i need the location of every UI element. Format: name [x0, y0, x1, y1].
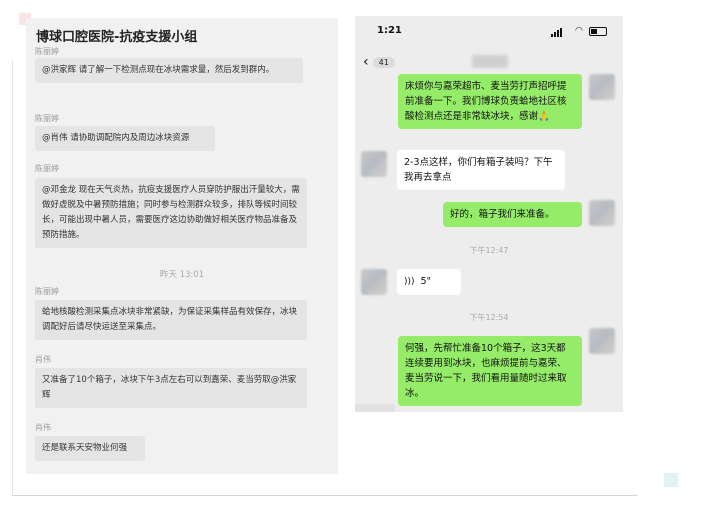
avatar	[589, 74, 615, 100]
divider	[12, 495, 638, 496]
timestamp: 下午12:47	[469, 246, 509, 255]
voice-icon: )))	[404, 277, 415, 287]
message-bubble: 还是联系天安物业何强	[35, 436, 145, 461]
message-bubble-sent: 好的，箱子我们来准备。	[443, 202, 582, 227]
timestamp: 昨天 13:01	[159, 270, 205, 280]
message-bubble: 蛤地核酸检测采集点冰块非常紧缺，为保证采集样品有效保存，冰块调配好后请尽快运送至…	[35, 300, 307, 340]
message-bubble: @肖伟 请协助调配院内及周边冰块资源	[35, 126, 215, 151]
message-bubble: @邓金龙 现在天气炎热，抗疫支援医疗人员穿防护服出汗量较大，需做好虚脱及中暑预防…	[35, 178, 307, 248]
chevron-left-icon: ‹	[363, 54, 369, 70]
back-button[interactable]: ‹ 41	[363, 54, 395, 70]
status-time: 1:21	[377, 25, 402, 36]
avatar	[589, 200, 615, 226]
sender-name: 肖伟	[35, 355, 51, 364]
avatar	[361, 151, 387, 177]
voice-duration: 5"	[420, 276, 431, 287]
message-bubble: 又准备了10个箱子，冰块下午3点左右可以到嘉荣、麦当劳取@洪家辉	[35, 368, 307, 408]
sender-name: 陈丽婷	[35, 114, 59, 123]
avatar	[589, 328, 615, 354]
message-bubble-sent: 床烦你与嘉荣超市、麦当劳打声招呼提前准备一下。我们博球负责蛤地社区核酸检测点还是…	[398, 74, 582, 129]
sender-name: 陈丽婷	[35, 287, 59, 296]
cut-off-avatar	[355, 404, 395, 412]
sender-name: 陈丽婷	[35, 164, 59, 173]
sender-name: 肖伟	[35, 423, 51, 432]
voice-message[interactable]: ))) 5"	[397, 269, 461, 295]
message-bubble-received: 2-3点这样，你们有箱子装吗？下午我再去拿点	[397, 150, 565, 190]
avatar	[361, 269, 387, 295]
phone-chat-screenshot: 1:21 ◠ ‹ 41 床烦你与嘉荣超市、麦当劳打声招呼提前准备一下。我们博球负…	[355, 16, 623, 412]
chat-title-blurred	[472, 55, 508, 68]
unread-count-badge: 41	[372, 56, 395, 68]
wifi-icon: ◠	[575, 26, 583, 36]
sender-name: 陈丽婷	[35, 47, 59, 56]
group-chat-panel: 博球口腔医院-抗疫支援小组 陈丽婷 @洪家辉 请了解一下检测点现在冰块需求量，然…	[26, 18, 338, 474]
message-bubble: @洪家辉 请了解一下检测点现在冰块需求量，然后发到群内。	[35, 58, 303, 83]
group-title: 博球口腔医院-抗疫支援小组	[36, 30, 198, 45]
battery-icon	[589, 27, 607, 36]
message-bubble-sent: 何强，先帮忙准备10个箱子，这3天都连续要用到冰块，也麻烦提前与嘉荣、麦当劳说一…	[398, 336, 582, 406]
decorative-square	[664, 473, 678, 487]
status-icons: ◠	[551, 25, 611, 37]
frame-edge	[12, 60, 13, 496]
timestamp: 下午12:54	[469, 313, 509, 322]
